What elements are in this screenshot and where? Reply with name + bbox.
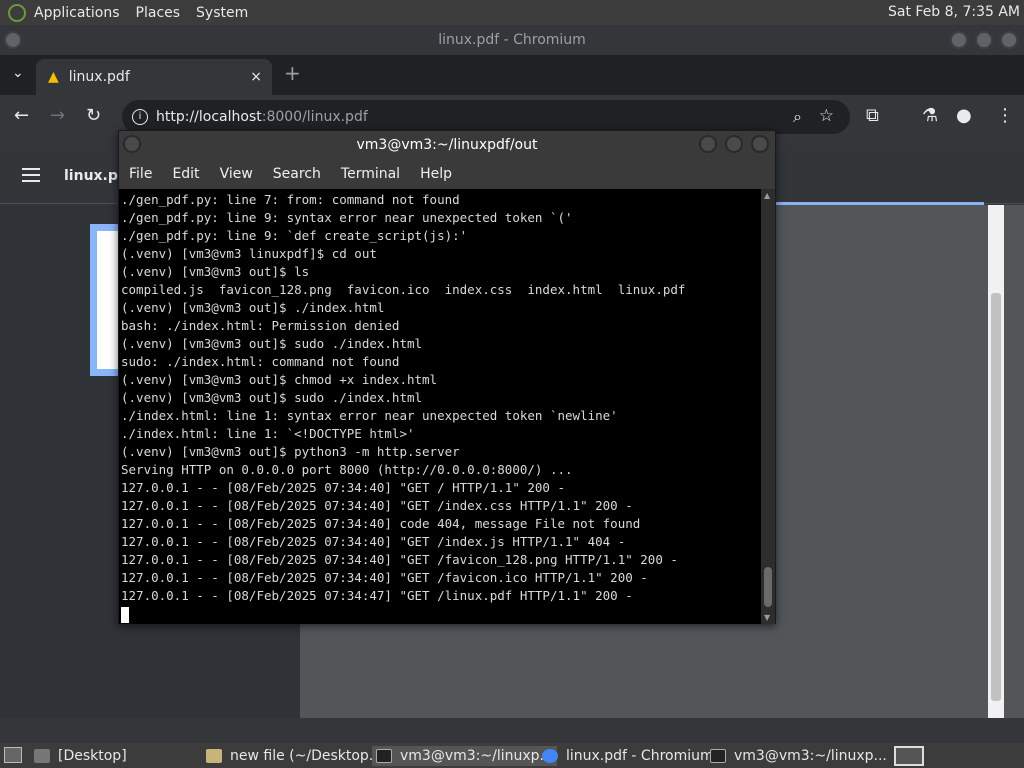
pdf-sidebar-menu-icon[interactable]	[22, 168, 40, 182]
terminal-line: 127.0.0.1 - - [08/Feb/2025 07:34:40] "GE…	[121, 480, 566, 495]
terminal-prompt-line[interactable]	[121, 605, 761, 623]
terminal-scrollbar[interactable]: ▲ ▼	[761, 189, 775, 624]
terminal-output[interactable]: ./gen_pdf.py: line 7: from: command not …	[119, 189, 761, 624]
terminal-line: 127.0.0.1 - - [08/Feb/2025 07:34:47] "GE…	[121, 588, 633, 603]
workspace-switcher[interactable]	[894, 746, 924, 766]
tab-search-chevron-icon[interactable]: ⌄	[12, 65, 24, 81]
chromium-window-title: linux.pdf - Chromium	[438, 32, 586, 48]
zoom-icon[interactable]: ⌕	[793, 107, 802, 127]
terminal-menu-file[interactable]: File	[129, 166, 152, 182]
places-menu[interactable]: Places	[136, 5, 181, 21]
pdf-favicon-icon: ▲	[48, 69, 59, 85]
terminal-titlebar[interactable]: vm3@vm3:~/linuxpdf/out	[119, 131, 775, 159]
terminal-line: (.venv) [vm3@vm3 out]$ python3 -m http.s…	[121, 444, 460, 459]
pdf-scrollbar-thumb[interactable]	[991, 293, 1001, 701]
chromium-icon	[542, 749, 558, 763]
gnome-foot-icon[interactable]	[8, 3, 26, 22]
show-desktop-icon[interactable]	[4, 747, 22, 763]
text-editor-icon	[206, 749, 222, 763]
terminal-line: sudo: ./index.html: command not found	[121, 354, 400, 369]
terminal-line: Serving HTTP on 0.0.0.0 port 8000 (http:…	[121, 462, 573, 477]
terminal-maximize-icon[interactable]	[725, 135, 743, 153]
terminal-line: ./gen_pdf.py: line 7: from: command not …	[121, 192, 460, 207]
taskbar-item-label: linux.pdf - Chromium	[566, 748, 714, 764]
terminal-line: (.venv) [vm3@vm3 linuxpdf]$ cd out	[121, 246, 377, 261]
tabstrip: ⌄ ▲ linux.pdf × +	[0, 55, 1024, 95]
bottom-taskbar: [Desktop] new file (~/Desktop... vm3@vm3…	[0, 743, 1024, 768]
profile-avatar-icon[interactable]: ●	[956, 105, 972, 126]
new-tab-button[interactable]: +	[284, 61, 301, 85]
taskbar-item-label: vm3@vm3:~/linuxp...	[400, 748, 553, 764]
terminal-close-icon[interactable]	[751, 135, 769, 153]
terminal-menu-terminal[interactable]: Terminal	[341, 166, 400, 182]
forward-icon[interactable]: →	[50, 105, 65, 126]
window-menu-icon[interactable]	[4, 31, 22, 49]
close-window-icon[interactable]	[1000, 31, 1018, 49]
desktop-icon	[34, 749, 50, 763]
terminal-icon	[376, 749, 392, 763]
taskbar-item-terminal-1[interactable]: vm3@vm3:~/linuxp...	[372, 746, 557, 766]
terminal-line: 127.0.0.1 - - [08/Feb/2025 07:34:40] "GE…	[121, 552, 678, 567]
terminal-line: (.venv) [vm3@vm3 out]$ sudo ./index.html	[121, 390, 423, 405]
terminal-line: ./index.html: line 1: syntax error near …	[121, 408, 618, 423]
url-host: http://localhost	[156, 109, 262, 125]
terminal-minimize-icon[interactable]	[699, 135, 717, 153]
terminal-line: ./gen_pdf.py: line 9: syntax error near …	[121, 210, 573, 225]
extensions-icon[interactable]: ⧉	[866, 105, 879, 126]
terminal-menubar: File Edit View Search Terminal Help	[119, 159, 775, 189]
panel-clock[interactable]: Sat Feb 8, 7:35 AM	[888, 4, 1020, 20]
taskbar-item-label: [Desktop]	[58, 748, 127, 764]
terminal-line: (.venv) [vm3@vm3 out]$ ls	[121, 264, 310, 279]
terminal-menu-help[interactable]: Help	[420, 166, 452, 182]
address-bar[interactable]: i http://localhost:8000/linux.pdf ⌕ ☆	[122, 100, 850, 134]
tab-close-icon[interactable]: ×	[250, 69, 262, 85]
pdf-right-margin	[1004, 205, 1024, 718]
scroll-down-arrow-icon[interactable]: ▼	[764, 613, 770, 622]
terminal-scrollbar-thumb[interactable]	[764, 567, 772, 607]
terminal-line: ./gen_pdf.py: line 9: `def create_script…	[121, 228, 468, 243]
tab-linux-pdf[interactable]: ▲ linux.pdf ×	[36, 59, 272, 95]
more-menu-icon[interactable]: ⋮	[996, 105, 1014, 126]
taskbar-item-desktop[interactable]: [Desktop]	[34, 746, 127, 766]
minimize-icon[interactable]	[950, 31, 968, 49]
system-menu[interactable]: System	[196, 5, 248, 21]
terminal-line: 127.0.0.1 - - [08/Feb/2025 07:34:40] "GE…	[121, 498, 633, 513]
reload-icon[interactable]: ↻	[86, 105, 101, 126]
pdf-scrollbar[interactable]	[988, 205, 1004, 718]
labs-flask-icon[interactable]: ⚗	[922, 105, 938, 126]
pdf-page-thumbnail[interactable]	[90, 224, 120, 376]
terminal-icon	[710, 749, 726, 763]
taskbar-item-label: new file (~/Desktop...	[230, 748, 383, 764]
terminal-line: 127.0.0.1 - - [08/Feb/2025 07:34:40] cod…	[121, 516, 641, 531]
site-info-icon[interactable]: i	[132, 109, 148, 125]
terminal-line: ./index.html: line 1: `<!DOCTYPE html>'	[121, 426, 415, 441]
taskbar-item-text-editor[interactable]: new file (~/Desktop...	[206, 746, 382, 766]
terminal-title: vm3@vm3:~/linuxpdf/out	[356, 137, 538, 153]
terminal-cursor	[121, 606, 129, 623]
terminal-line: bash: ./index.html: Permission denied	[121, 318, 400, 333]
terminal-menu-search[interactable]: Search	[273, 166, 321, 182]
taskbar-item-chromium[interactable]: linux.pdf - Chromium	[542, 746, 714, 766]
scroll-up-arrow-icon[interactable]: ▲	[764, 191, 770, 200]
terminal-line: compiled.js favicon_128.png favicon.ico …	[121, 282, 686, 297]
terminal-line: 127.0.0.1 - - [08/Feb/2025 07:34:40] "GE…	[121, 570, 648, 585]
taskbar-item-label: vm3@vm3:~/linuxp...	[734, 748, 887, 764]
terminal-window-menu-icon[interactable]	[123, 135, 141, 153]
terminal-line: (.venv) [vm3@vm3 out]$ chmod +x index.ht…	[121, 372, 438, 387]
top-panel: Applications Places System Sat Feb 8, 7:…	[0, 0, 1024, 25]
terminal-line: (.venv) [vm3@vm3 out]$ sudo ./index.html	[121, 336, 423, 351]
terminal-window: vm3@vm3:~/linuxpdf/out File Edit View Se…	[118, 130, 776, 624]
taskbar-item-terminal-2[interactable]: vm3@vm3:~/linuxp...	[710, 746, 887, 766]
chromium-titlebar[interactable]: linux.pdf - Chromium	[0, 25, 1024, 55]
terminal-line: 127.0.0.1 - - [08/Feb/2025 07:34:40] "GE…	[121, 534, 626, 549]
maximize-icon[interactable]	[975, 31, 993, 49]
applications-menu[interactable]: Applications	[34, 5, 120, 21]
terminal-menu-view[interactable]: View	[220, 166, 253, 182]
back-icon[interactable]: ←	[14, 105, 29, 126]
bookmark-star-icon[interactable]: ☆	[819, 106, 834, 126]
url-path: :8000/linux.pdf	[261, 109, 368, 125]
terminal-line: (.venv) [vm3@vm3 out]$ ./index.html	[121, 300, 385, 315]
terminal-menu-edit[interactable]: Edit	[172, 166, 199, 182]
tab-title: linux.pdf	[68, 69, 130, 85]
